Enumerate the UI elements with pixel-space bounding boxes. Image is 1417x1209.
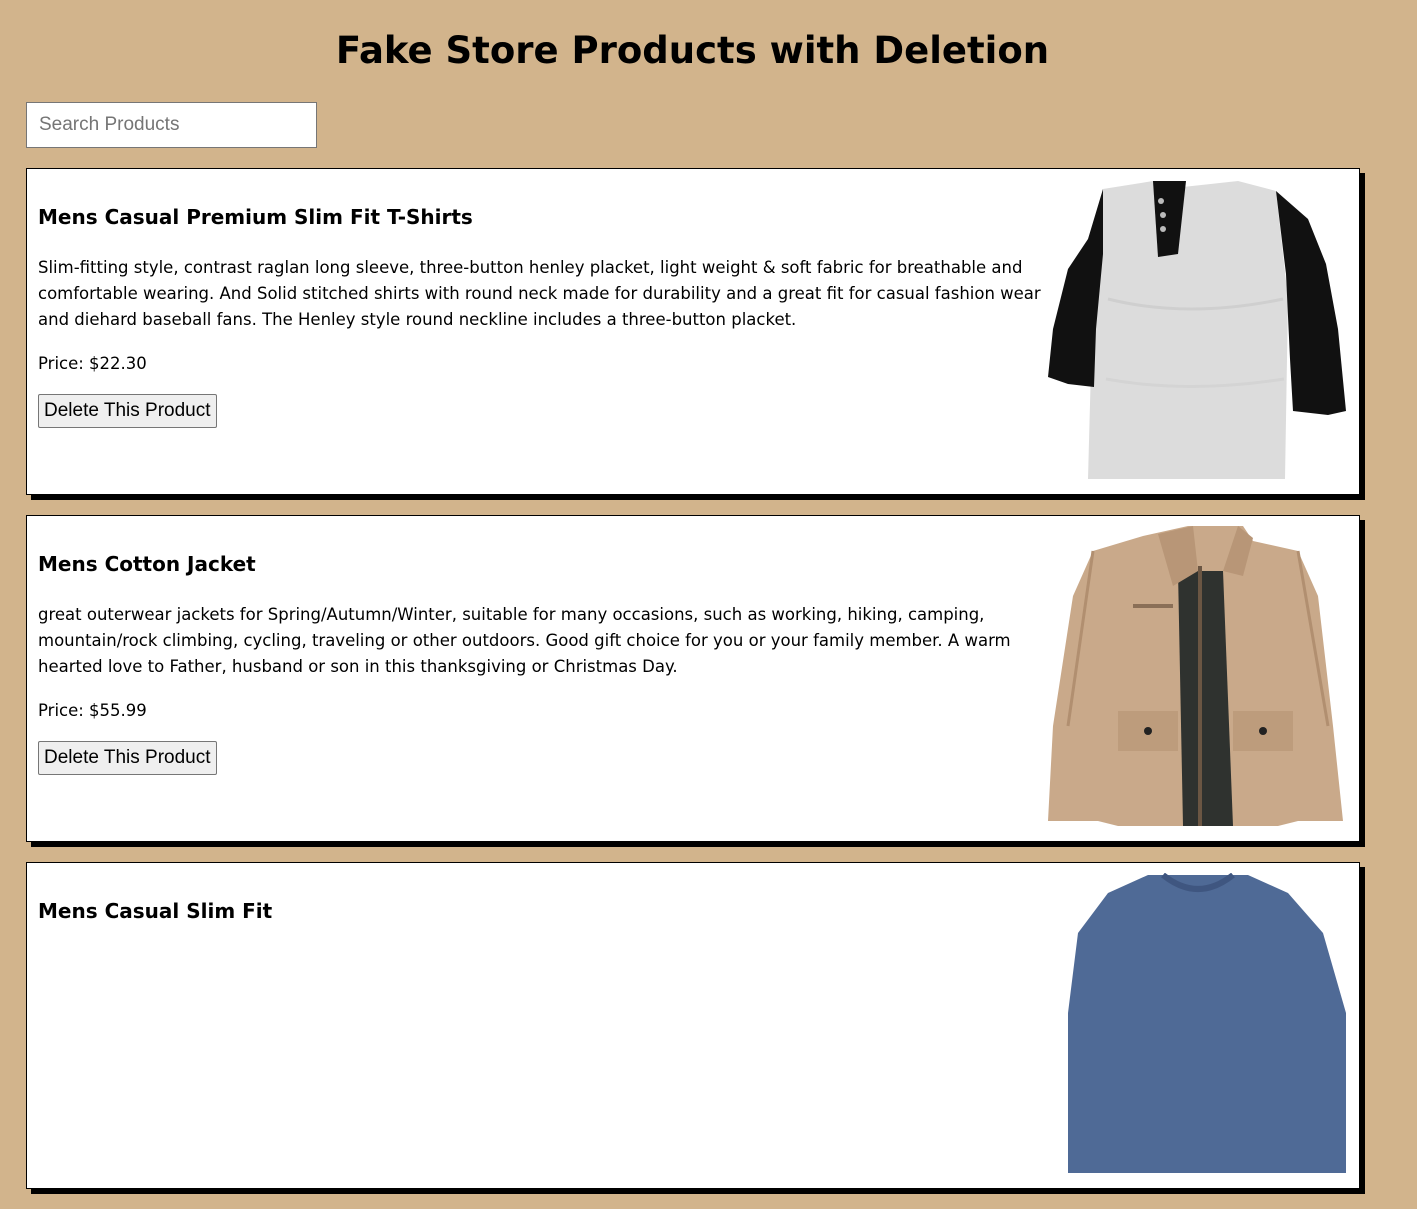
product-info: Mens Casual Slim Fit	[38, 897, 1046, 949]
product-title: Mens Casual Slim Fit	[38, 899, 273, 923]
product-card: Mens Casual Premium Slim Fit T-Shirts Sl…	[26, 168, 1360, 495]
delete-product-button[interactable]: Delete This Product	[38, 394, 217, 428]
slim-fit-shirt-image	[1048, 873, 1346, 1173]
raglan-tshirt-image	[1048, 179, 1346, 479]
product-title: Mens Cotton Jacket	[38, 552, 256, 576]
product-description: Slim-fitting style, contrast raglan long…	[38, 258, 1041, 329]
search-input[interactable]	[26, 102, 317, 148]
page-title: Fake Store Products with Deletion	[335, 29, 1050, 72]
product-list: Mens Casual Premium Slim Fit T-Shirts Sl…	[26, 168, 1360, 1209]
delete-product-button[interactable]: Delete This Product	[38, 741, 217, 775]
product-price: Price: $22.30	[38, 354, 147, 373]
product-info: Mens Casual Premium Slim Fit T-Shirts Sl…	[38, 203, 1046, 428]
product-title: Mens Casual Premium Slim Fit T-Shirts	[38, 205, 473, 229]
cotton-jacket-image	[1048, 526, 1346, 826]
product-price: Price: $55.99	[38, 701, 147, 720]
product-description: great outerwear jackets for Spring/Autum…	[38, 605, 1011, 676]
product-card: Mens Cotton Jacket great outerwear jacke…	[26, 515, 1360, 842]
product-card: Mens Casual Slim Fit	[26, 862, 1360, 1189]
product-info: Mens Cotton Jacket great outerwear jacke…	[38, 550, 1046, 775]
